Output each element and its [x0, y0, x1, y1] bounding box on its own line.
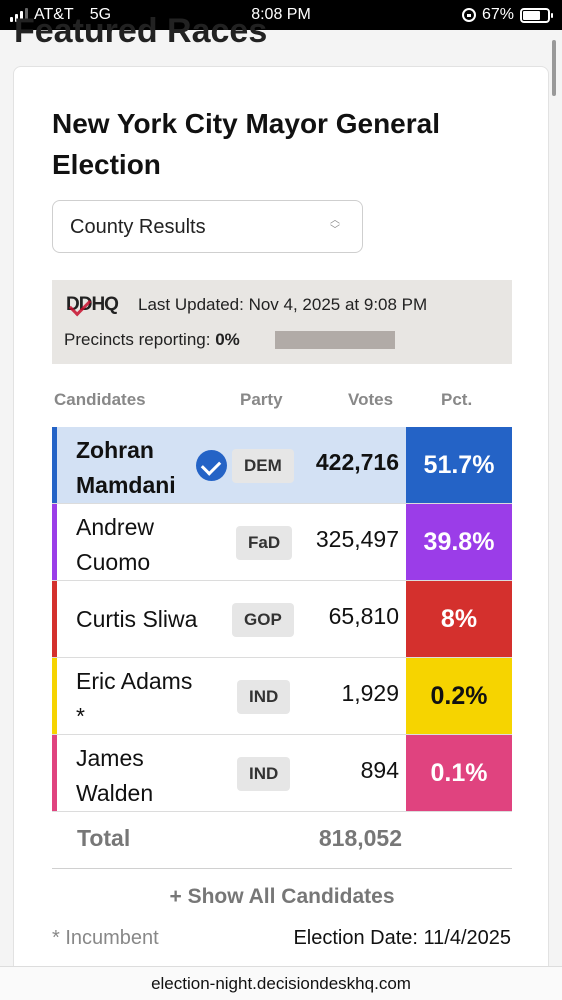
winner-check-icon [196, 450, 227, 481]
table-row: Eric Adams * IND 1,929 0.2% [52, 658, 512, 735]
race-title: New York City Mayor General Election [52, 108, 440, 180]
party-color-stripe [52, 427, 57, 503]
header-pct: Pct. [441, 390, 473, 409]
candidate-name: James Walden [76, 745, 154, 806]
battery-icon [520, 7, 553, 23]
update-box: DDHQ Last Updated: Nov 4, 2025 at 9:08 P… [52, 280, 512, 364]
race-card: New York City Mayor General Election Cou… [13, 66, 549, 976]
precincts-progress-bar [275, 331, 395, 349]
last-updated: Last Updated: Nov 4, 2025 at 9:08 PM [138, 295, 428, 314]
results-select[interactable]: County Results ︿ ﹀ [52, 200, 363, 253]
lock-rotation-icon [461, 8, 476, 22]
divider [52, 868, 512, 869]
candidate-name: Andrew Cuomo [76, 514, 154, 575]
incumbent-note: * Incumbent [52, 927, 159, 949]
show-all-candidates-button[interactable]: + Show All Candidates [14, 885, 550, 909]
vote-percent: 51.7% [406, 427, 512, 503]
total-label: Total [77, 825, 131, 851]
table-row: Curtis Sliwa GOP 65,810 8% [52, 581, 512, 658]
section-heading: Featured Races [14, 12, 268, 50]
results-select-value: County Results [70, 216, 206, 238]
status-right: 67% [461, 6, 553, 24]
address-bar[interactable]: election-night.decisiondeskhq.com [0, 966, 562, 1000]
chevron-updown-icon: ︿ ﹀ [330, 215, 340, 236]
results-table: Zohran Mamdani DEM 422,716 51.7% Andrew … [52, 427, 512, 812]
vote-percent: 0.1% [406, 735, 512, 811]
vote-count: 894 [360, 757, 399, 783]
header-candidates: Candidates [54, 390, 146, 409]
header-votes: Votes [348, 390, 394, 409]
party-badge: IND [237, 680, 291, 714]
precincts-reporting: Precincts reporting: 0% [64, 330, 240, 350]
party-color-stripe [52, 581, 57, 657]
table-row: James Walden IND 894 0.1% [52, 735, 512, 812]
vote-percent: 0.2% [406, 658, 512, 734]
candidate-name: Zohran Mamdani [76, 437, 176, 498]
vote-count: 1,929 [341, 680, 399, 706]
election-date: Election Date: 11/4/2025 [293, 927, 511, 949]
party-color-stripe [52, 658, 57, 734]
table-row: Zohran Mamdani DEM 422,716 51.7% [52, 427, 512, 504]
ddhq-logo: DDHQ [66, 293, 119, 317]
header-party: Party [240, 390, 283, 409]
party-badge: FaD [236, 526, 293, 560]
party-color-stripe [52, 735, 57, 811]
total-votes: 818,052 [318, 825, 402, 851]
vote-percent: 8% [406, 581, 512, 657]
precincts-value: 0% [215, 330, 240, 349]
vote-count: 325,497 [315, 526, 399, 552]
battery-percent: 67% [481, 6, 514, 23]
party-badge: IND [237, 757, 291, 791]
candidate-name: Curtis Sliwa [76, 606, 198, 632]
party-color-stripe [52, 504, 57, 580]
scrollbar[interactable] [552, 40, 556, 96]
vote-percent: 39.8% [406, 504, 512, 580]
vote-count: 422,716 [315, 449, 399, 475]
candidate-name: Eric Adams * [76, 668, 193, 729]
precincts-label: Precincts reporting: [64, 330, 211, 349]
party-badge: DEM [232, 449, 294, 483]
table-row: Andrew Cuomo FaD 325,497 39.8% [52, 504, 512, 581]
vote-count: 65,810 [328, 603, 399, 629]
party-badge: GOP [232, 603, 294, 637]
